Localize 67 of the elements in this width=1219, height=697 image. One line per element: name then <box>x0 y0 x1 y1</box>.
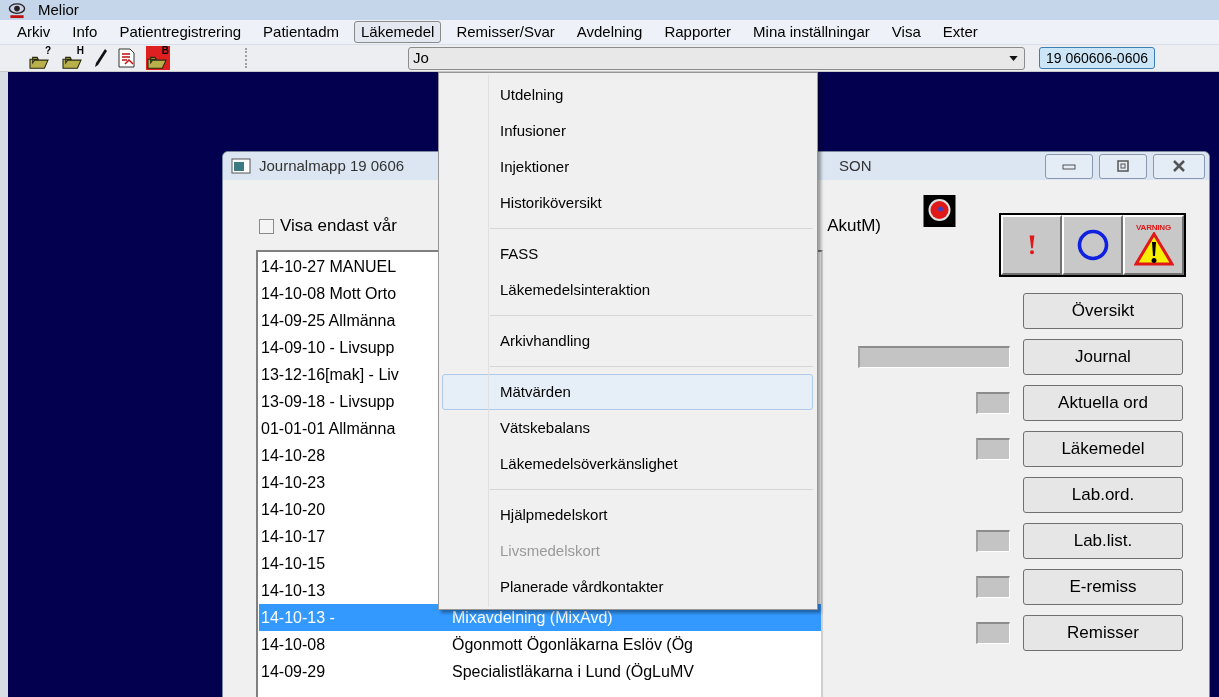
maximize-button[interactable] <box>1099 153 1147 179</box>
visit-date: 14-10-17 <box>260 526 327 547</box>
dropdown-item[interactable]: FASS <box>442 236 813 272</box>
dropdown-item[interactable]: Historiköversikt <box>442 185 813 221</box>
menu-item[interactable]: Exter <box>935 21 985 43</box>
dropdown-item[interactable]: Infusioner <box>442 113 813 149</box>
patient-id-button[interactable]: 19 060606-0606 <box>1039 47 1155 69</box>
pen-icon[interactable] <box>94 48 108 68</box>
action-button[interactable]: Lab.ord. <box>1023 477 1183 513</box>
action-button[interactable]: Läkemedel <box>1023 431 1183 467</box>
close-button[interactable] <box>1153 153 1205 179</box>
record-icon <box>923 195 956 227</box>
dropdown-item[interactable]: Injektioner <box>442 149 813 185</box>
menu-item[interactable]: Remisser/Svar <box>449 21 562 43</box>
menu-item[interactable]: Patientadm <box>256 21 346 43</box>
dropdown-item[interactable]: Planerade vårdkontakter <box>442 569 813 605</box>
action-button[interactable]: Journal <box>1023 339 1183 375</box>
window-title: SON <box>839 155 872 176</box>
warning-label: VARNING <box>1136 224 1171 232</box>
visit-date: 13-12-16[mak] - Liv <box>260 364 400 385</box>
menu-item[interactable]: Avdelning <box>569 21 650 43</box>
checkbox-label: Visa endast vår <box>280 215 397 238</box>
dropdown-arrow-icon[interactable] <box>1009 55 1018 61</box>
dropdown-item[interactable]: Läkemedelsinteraktion <box>442 272 813 308</box>
action-button[interactable]: Översikt <box>1023 293 1183 329</box>
exclamation-icon <box>1027 235 1036 255</box>
journal-combo-box[interactable]: Jo <box>408 46 1025 70</box>
window-icon <box>231 158 251 174</box>
visit-date: 14-10-13 - <box>260 607 336 628</box>
menu-item[interactable]: Info <box>65 21 105 43</box>
visit-date: 14-09-25 Allmänna <box>260 310 397 331</box>
checkbox[interactable] <box>259 218 274 234</box>
visit-date: 14-10-23 <box>260 472 327 493</box>
maximize-icon <box>1117 160 1129 172</box>
visit-unit: Mixavdelning (MixAvd) <box>452 607 613 628</box>
dropdown-item[interactable]: Utdelning <box>442 77 813 113</box>
visit-date: 14-09-29 <box>260 661 327 682</box>
visit-row[interactable]: 14-10-08 Ögonmott Ögonläkarna Eslöv (Ög <box>259 631 821 658</box>
checkbox-label: AkutM) <box>827 215 881 238</box>
dropdown-item[interactable]: Arkivhandling <box>442 323 813 359</box>
dropdown-item[interactable]: Vätskebalans <box>442 410 813 446</box>
visit-row[interactable]: 14-09-29 Specialistläkarna i Lund (ÖgLuMV <box>259 658 821 685</box>
menu-item[interactable]: Visa <box>884 21 928 43</box>
close-icon <box>1172 160 1186 172</box>
visit-unit: Specialistläkarna i Lund (ÖgLuMV <box>452 661 694 682</box>
action-button[interactable]: E-remiss <box>1023 569 1183 605</box>
app-title: Melior <box>38 0 79 20</box>
alert-button[interactable] <box>1062 215 1123 275</box>
action-button[interactable]: Lab.list. <box>1023 523 1183 559</box>
document-icon[interactable] <box>117 48 137 68</box>
minimize-icon <box>1062 162 1076 170</box>
menu-item[interactable]: Arkiv <box>10 21 58 43</box>
visit-date: 14-10-08 <box>260 634 327 655</box>
action-button[interactable]: Aktuella ord <box>1023 385 1183 421</box>
warning-icon <box>1133 232 1174 266</box>
folder-icon[interactable]: B <box>146 46 170 70</box>
window-title: Journalmapp 19 0606 <box>259 155 405 176</box>
dropdown-item[interactable]: Läkemedelsöverkänslighet <box>442 446 813 482</box>
visit-unit: Ögonmott Ögonläkarna Eslöv (Ög <box>452 634 693 655</box>
dropdown-item[interactable]: Hjälpmedelskort <box>442 497 813 533</box>
menu-item[interactable]: Läkemedel <box>354 21 442 43</box>
dropdown-item[interactable]: Mätvärden <box>442 374 813 410</box>
menu-item[interactable]: Rapporter <box>657 21 739 43</box>
menu-item[interactable]: Patientregistrering <box>112 21 249 43</box>
menu-item[interactable]: Mina inställningar <box>746 21 877 43</box>
action-button[interactable]: Remisser <box>1023 615 1183 651</box>
alert-button[interactable] <box>1001 215 1062 275</box>
